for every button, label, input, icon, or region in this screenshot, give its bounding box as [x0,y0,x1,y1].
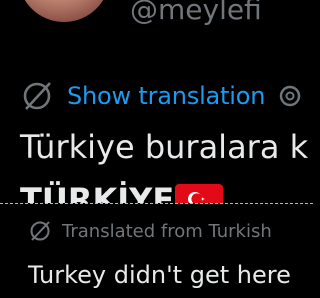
translation-source-row: Translated from Turkish [28,219,272,243]
show-translation-link[interactable]: Show translation [67,82,265,110]
tweet-view: @meylefi Show translation Türkiye burala… [0,0,313,298]
user-handle[interactable]: @meylefi [130,0,262,26]
translated-text: Turkey didn't get here [28,261,291,289]
translated-from-label: Translated from Turkish [62,220,272,242]
gear-icon[interactable] [275,81,305,111]
translate-globe-icon [28,219,52,243]
avatar[interactable] [18,0,110,22]
translate-globe-icon [20,79,54,113]
show-translation-row[interactable]: Show translation [20,76,305,116]
translation-popup: Translated from Turkish Turkey didn't ge… [0,203,313,298]
tweet-text-line: Türkiye buralara k [20,128,309,166]
